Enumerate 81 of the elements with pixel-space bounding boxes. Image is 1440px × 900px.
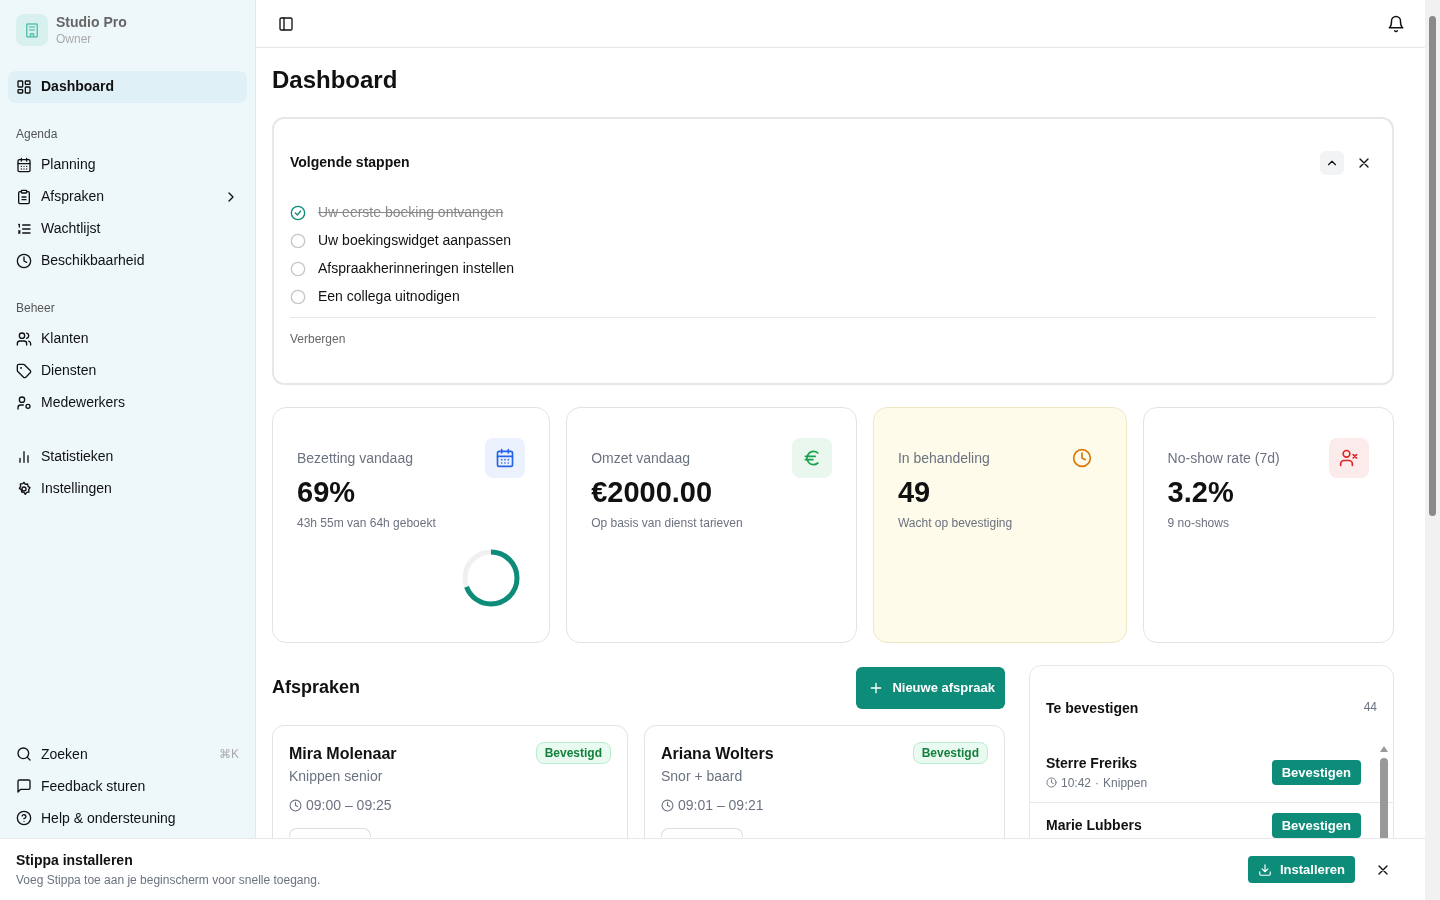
stat-label: In behandeling <box>897 448 991 468</box>
stat-label: Omzet vandaag <box>591 448 691 468</box>
clock-icon <box>1046 777 1057 789</box>
users-icon <box>16 330 32 347</box>
nav-item[interactable]: Dashboard <box>8 70 247 103</box>
stat-value: 69% <box>297 474 357 510</box>
service-name: Snor + baard <box>661 766 744 786</box>
appointment-time: 09:00 – 09:25 <box>306 795 392 815</box>
step-label: Afspraakherinneringen instellen <box>318 259 515 279</box>
brand-role: Owner <box>56 31 93 47</box>
sidebar-icon <box>278 15 294 32</box>
banner-title: Stippa installeren <box>16 851 134 870</box>
appointment-time: 10:42 <box>1061 774 1092 792</box>
stat-note: 43h 55m van 64h geboekt <box>297 514 436 532</box>
collapse-button[interactable] <box>1320 150 1344 175</box>
new-appointment-button[interactable]: Nieuwe afspraak <box>856 666 1005 709</box>
nav-item[interactable]: Instellingen <box>8 472 247 505</box>
shortcut-hint: ⌘K <box>219 746 239 763</box>
service-name: Knippen senior <box>289 766 384 786</box>
stat-note: Wacht op bevestiging <box>897 514 1013 532</box>
settings-icon <box>16 480 32 497</box>
banner-text: Voeg Stippa toe aan je beginscherm voor snelle toegang. <box>16 872 321 889</box>
bar-chart-icon <box>16 448 32 465</box>
nav-item[interactable]: Medewerkers <box>8 386 247 419</box>
appointment-time: 09:01 – 09:21 <box>678 795 764 815</box>
clock-icon <box>661 798 674 812</box>
nav-item[interactable]: Zoeken <box>41 743 88 765</box>
nav-item[interactable]: Help & ondersteuning <box>8 802 247 834</box>
scrollbar-thumb[interactable] <box>1429 16 1436 516</box>
section-label: Agenda <box>15 125 59 143</box>
section-label: Beheer <box>15 299 56 317</box>
clock-icon <box>289 798 302 812</box>
client-name: Marie Lubbers <box>1046 816 1142 836</box>
stat-label: No-show rate (7d) <box>1167 448 1280 468</box>
hide-link[interactable]: Verbergen <box>290 331 346 346</box>
step-label: Uw eerste boeking ontvangen <box>318 203 504 223</box>
help-icon <box>16 810 32 826</box>
user-gear-icon <box>16 394 32 411</box>
card-title: Te bevestigen <box>1046 698 1139 718</box>
stat-note: 9 no-shows <box>1167 514 1230 532</box>
nav-item[interactable]: Diensten <box>8 354 247 387</box>
clock-icon <box>16 252 32 269</box>
client-name: Mira Molenaar <box>289 743 397 764</box>
client-name: Sterre Freriks <box>1046 753 1139 773</box>
clipboard-icon <box>16 188 32 205</box>
message-icon <box>16 778 32 794</box>
bell-icon <box>1387 14 1405 33</box>
dashboard-icon <box>16 78 32 95</box>
stat-value: 49 <box>897 474 932 510</box>
card-title: Volgende stappen <box>290 153 410 173</box>
stat-value: €2000.00 <box>591 474 714 510</box>
nav-item[interactable]: Feedback sturen <box>8 770 247 802</box>
service-name: Knippen <box>1103 774 1148 792</box>
section-title: Afspraken <box>272 677 361 699</box>
nav-item[interactable]: Beschikbaarheid <box>8 244 247 277</box>
client-name: Ariana Wolters <box>661 743 774 764</box>
tag-icon <box>16 362 32 379</box>
nav-item[interactable]: Planning <box>8 148 247 181</box>
scrollbar[interactable] <box>1425 0 1440 900</box>
stat-note: Op basis van dienst tarieven <box>591 514 743 532</box>
page-title: Dashboard <box>272 66 399 95</box>
confirm-button[interactable]: Bevestigen <box>1271 812 1361 839</box>
nav-item[interactable]: Wachtlijst <box>8 212 247 245</box>
stat-label: Bezetting vandaag <box>297 448 414 468</box>
download-icon <box>1257 862 1272 877</box>
brand-name: Studio Pro <box>56 14 127 32</box>
status-badge: Bevestigd <box>912 741 988 764</box>
step-label: Een collega uitnodigen <box>318 287 460 307</box>
pending-count: 44 <box>1363 698 1377 716</box>
search-icon <box>16 746 32 762</box>
calendar-icon <box>16 156 32 173</box>
install-button[interactable]: Installeren <box>1247 855 1355 884</box>
step-label: Uw boekingswidget aanpassen <box>318 231 511 251</box>
stat-value: 3.2% <box>1167 474 1235 510</box>
confirm-button[interactable]: Bevestigen <box>1271 759 1361 786</box>
nav-item[interactable]: Statistieken <box>8 440 247 473</box>
building-icon <box>23 21 41 40</box>
nav-item[interactable]: Klanten <box>8 322 247 355</box>
status-badge: Bevestigd <box>535 741 611 764</box>
nav-item[interactable]: Afspraken <box>8 180 247 213</box>
separator-dot: · <box>1095 774 1100 792</box>
